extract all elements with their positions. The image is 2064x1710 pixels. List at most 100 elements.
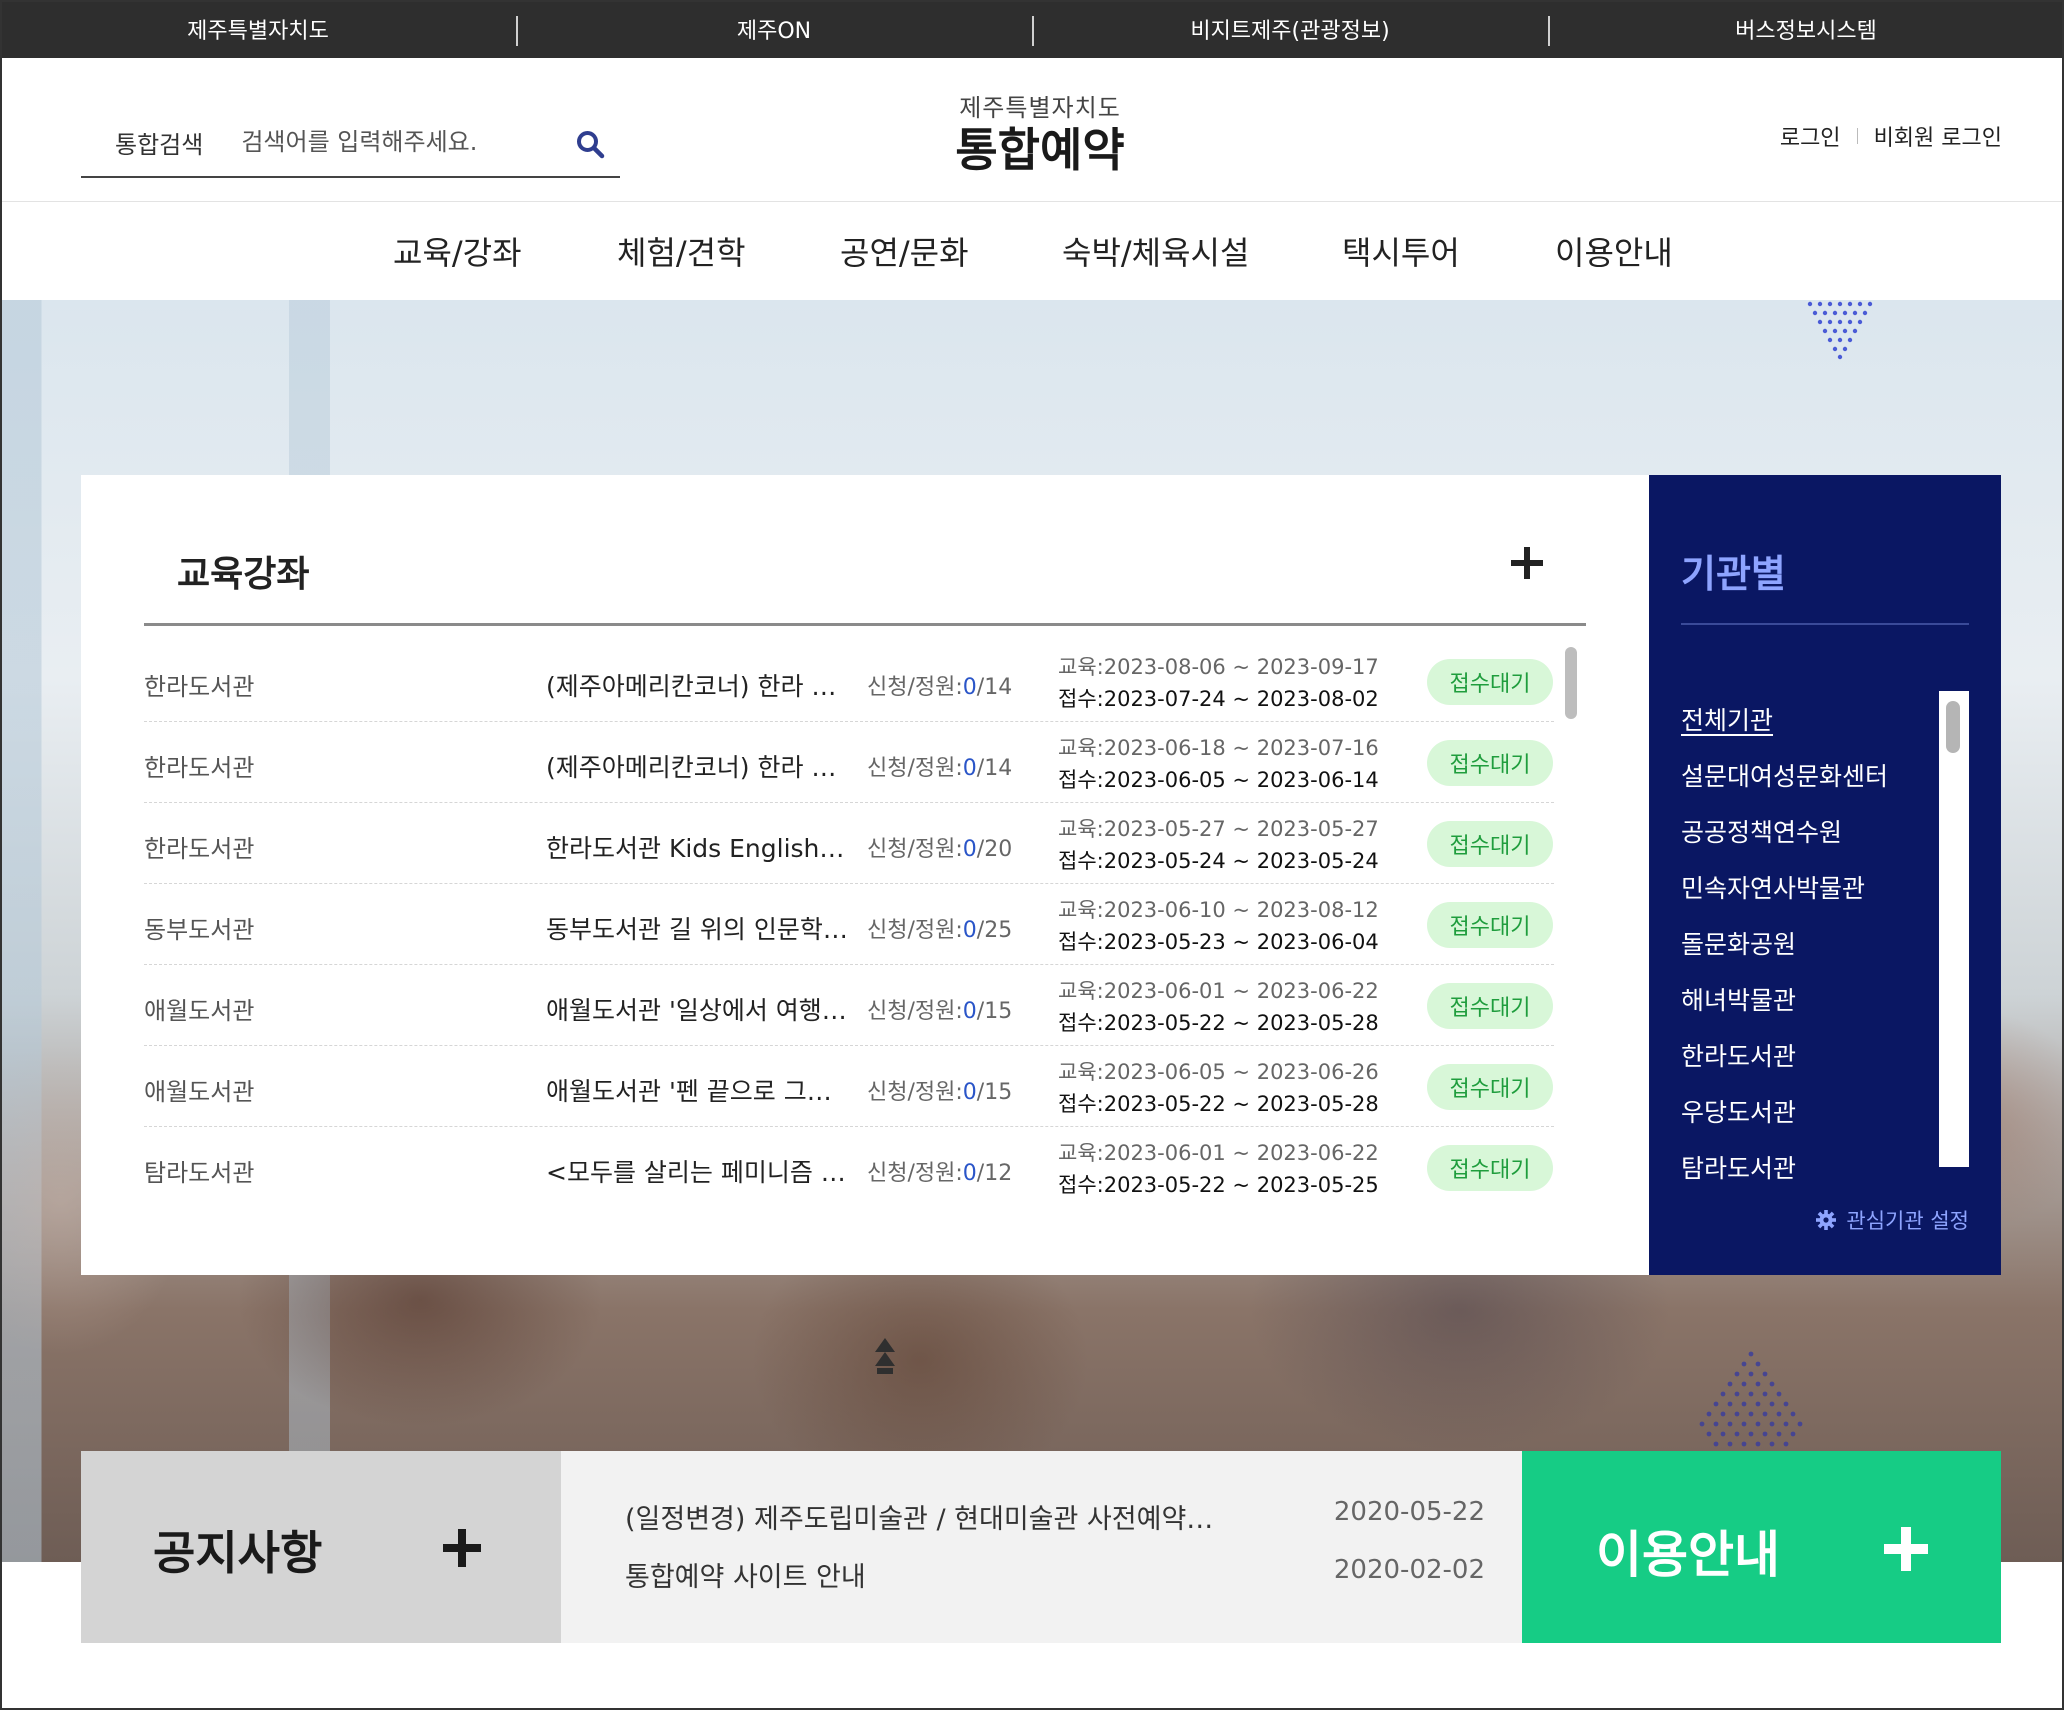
gear-icon [1816,1210,1837,1230]
guide-plus-icon [1884,1527,1928,1571]
education-row[interactable]: 한라도서관 (제주아메리칸코너) 한라 R… 신청/정원:0/14 교육:202… [144,641,1554,722]
status-badge: 접수대기 [1427,821,1553,867]
panel-divider [144,623,1586,626]
row-dates: 교육:2023-06-10 ~ 2023-08-12 접수:2023-05-23… [1058,898,1379,954]
nav-taxi-tour[interactable]: 택시투어 [1342,228,1460,274]
nav-education[interactable]: 교육/강좌 [393,228,522,274]
row-organization: 한라도서관 [144,754,255,782]
status-badge: 접수대기 [1427,902,1553,948]
organization-item[interactable]: 해녀박물관 [1681,981,1941,1037]
guest-login-link[interactable]: 비회원 로그인 [1874,120,2002,152]
row-course-title[interactable]: 한라도서관 Kids English T… [546,829,850,865]
main-navigation: 교육/강좌 체험/견학 공연/문화 숙박/체육시설 택시투어 이용안내 [0,202,2064,300]
favorite-organization-setting-label: 관심기관 설정 [1846,1209,1969,1233]
row-course-title[interactable]: 애월도서관 '일상에서 여행… [546,991,850,1027]
nav-guide[interactable]: 이용안내 [1555,228,1673,274]
notice-item[interactable]: 통합예약 사이트 안내 2020-02-02 [625,1555,1485,1595]
row-capacity: 신청/정원:0/20 [867,837,1013,862]
topbar-link-jeju-province[interactable]: 제주특별자치도 [0,0,516,58]
education-list-scrollbar[interactable] [1561,641,1581,1199]
logo-title: 통합예약 [955,123,1125,177]
row-course-title[interactable]: (제주아메리칸코너) 한라 R… [546,748,850,784]
organization-panel-title: 기관별 [1681,552,1786,596]
row-dates: 교육:2023-06-01 ~ 2023-06-22 접수:2023-05-22… [1058,979,1379,1035]
organization-item[interactable]: 탐라도서관 [1681,1149,1941,1205]
notice-item-title[interactable]: 통합예약 사이트 안내 [625,1555,1225,1594]
status-badge: 접수대기 [1427,1064,1553,1110]
row-organization: 애월도서관 [144,1078,255,1106]
organization-panel: 기관별 전체기관 설문대여성문화센터 공공정책연수원 민속자연사박물관 돌문화공… [1649,475,2001,1275]
row-dates: 교육:2023-05-27 ~ 2023-05-27 접수:2023-05-24… [1058,817,1379,873]
row-capacity: 신청/정원:0/14 [867,675,1013,700]
logo-subtitle: 제주특별자치도 [959,94,1121,122]
arrow-up-decoration [875,1338,895,1374]
auth-divider [1856,128,1858,144]
organization-list: 전체기관 설문대여성문화센터 공공정책연수원 민속자연사박물관 돌문화공원 해녀… [1681,701,1941,1205]
row-course-title[interactable]: 동부도서관 길 위의 인문학… [546,910,850,946]
organization-item[interactable]: 돌문화공원 [1681,925,1941,981]
status-badge: 접수대기 [1427,1145,1553,1191]
row-dates: 교육:2023-06-01 ~ 2023-06-22 접수:2023-05-22… [1058,1141,1379,1197]
education-panel-title: 교육강좌 [177,554,310,595]
organization-item[interactable]: 설문대여성문화센터 [1681,757,1941,813]
education-row[interactable]: 탐라도서관 <모두를 살리는 페미니즘 … 신청/정원:0/12 교육:2023… [144,1127,1554,1199]
education-row[interactable]: 한라도서관 (제주아메리칸코너) 한라 R… 신청/정원:0/14 교육:202… [144,722,1554,803]
organization-item[interactable]: 공공정책연수원 [1681,813,1941,869]
row-dates: 교육:2023-06-05 ~ 2023-06-26 접수:2023-05-22… [1058,1060,1379,1116]
notice-item-title[interactable]: (일정변경) 제주도립미술관 / 현대미술관 사전예약… [625,1497,1225,1536]
guide-banner-title: 이용안내 [1596,1526,1780,1584]
side-divider [1681,623,1969,625]
search-input[interactable] [241,128,562,156]
status-badge: 접수대기 [1427,983,1553,1029]
guide-banner-button[interactable]: 이용안내 [1522,1451,2001,1643]
education-list: 한라도서관 (제주아메리칸코너) 한라 R… 신청/정원:0/14 교육:202… [144,641,1554,1199]
site-logo[interactable]: 제주특별자치도 통합예약 [940,88,1140,177]
education-list-scroll-thumb[interactable] [1565,647,1577,719]
row-course-title[interactable]: 애월도서관 '펜 끝으로 그리… [546,1072,850,1108]
organization-item[interactable]: 민속자연사박물관 [1681,869,1941,925]
site-header: 통합검색 제주특별자치도 통합예약 로그인 비회원 로그인 [0,58,2064,202]
favorite-organization-setting-link[interactable]: 관심기관 설정 [1816,1205,1969,1235]
row-organization: 한라도서관 [144,835,255,863]
search-icon[interactable] [570,124,610,164]
education-row[interactable]: 애월도서관 애월도서관 '일상에서 여행… 신청/정원:0/15 교육:2023… [144,965,1554,1046]
notice-item-date: 2020-02-02 [1333,1555,1485,1585]
education-row[interactable]: 한라도서관 한라도서관 Kids English T… 신청/정원:0/20 교… [144,803,1554,884]
row-course-title[interactable]: (제주아메리칸코너) 한라 R… [546,667,850,703]
notice-section-header: 공지사항 [81,1451,561,1643]
dot-pattern-decoration [1807,301,1873,360]
row-capacity: 신청/정원:0/25 [867,918,1013,943]
topbar-link-visit-jeju[interactable]: 비지트제주(관광정보) [1032,0,1548,58]
education-row[interactable]: 애월도서관 애월도서관 '펜 끝으로 그리… 신청/정원:0/15 교육:202… [144,1046,1554,1127]
row-capacity: 신청/정원:0/12 [867,1161,1013,1186]
row-organization: 탐라도서관 [144,1159,255,1187]
notice-item[interactable]: (일정변경) 제주도립미술관 / 현대미술관 사전예약… 2020-05-22 [625,1497,1485,1537]
status-badge: 접수대기 [1427,740,1553,786]
row-dates: 교육:2023-06-18 ~ 2023-07-16 접수:2023-06-05… [1058,736,1379,792]
top-utility-bar: 제주특별자치도 제주ON 비지트제주(관광정보) 버스정보시스템 [0,0,2064,58]
row-organization: 동부도서관 [144,916,255,944]
topbar-link-jeju-on[interactable]: 제주ON [516,0,1032,58]
organization-list-scrollbar[interactable] [1939,691,1969,1167]
nav-performance[interactable]: 공연/문화 [840,228,969,274]
row-organization: 애월도서관 [144,997,255,1025]
nav-experience[interactable]: 체험/견학 [617,228,746,274]
organization-list-scroll-thumb[interactable] [1946,701,1960,753]
notice-list: (일정변경) 제주도립미술관 / 현대미술관 사전예약… 2020-05-22 … [561,1451,1522,1643]
dot-pattern-decoration-lower [1699,1351,1803,1447]
search-label: 통합검색 [115,130,204,159]
organization-item-all[interactable]: 전체기관 [1681,701,1941,757]
auth-links: 로그인 비회원 로그인 [1780,120,2002,152]
nav-lodging-sports[interactable]: 숙박/체육시설 [1062,228,1249,274]
topbar-link-bus-info[interactable]: 버스정보시스템 [1548,0,2064,58]
education-row[interactable]: 동부도서관 동부도서관 길 위의 인문학… 신청/정원:0/25 교육:2023… [144,884,1554,965]
row-capacity: 신청/정원:0/15 [867,999,1013,1024]
status-badge: 접수대기 [1427,659,1553,705]
search-bar: 통합검색 [81,108,620,178]
organization-item[interactable]: 우당도서관 [1681,1093,1941,1149]
organization-item[interactable]: 한라도서관 [1681,1037,1941,1093]
education-more-plus-icon[interactable] [1511,547,1543,579]
notice-more-plus-icon[interactable] [443,1529,481,1567]
login-link[interactable]: 로그인 [1780,120,1841,152]
row-course-title[interactable]: <모두를 살리는 페미니즘 … [546,1153,850,1189]
